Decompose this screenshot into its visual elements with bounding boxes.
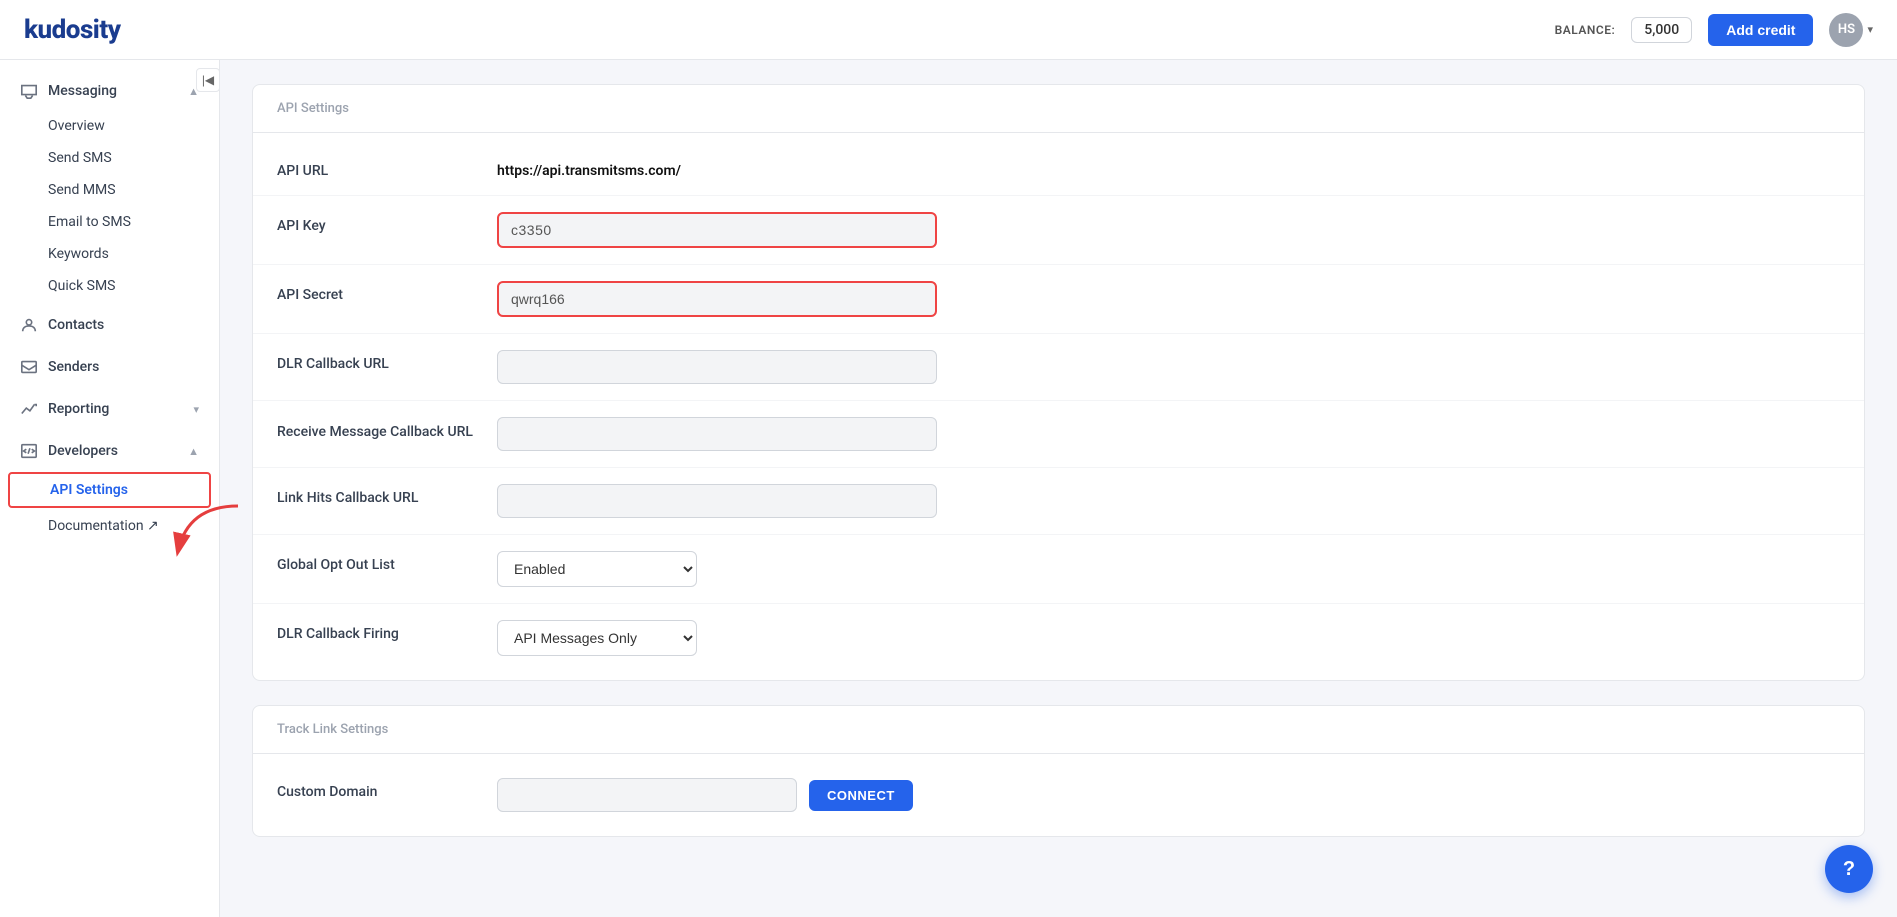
connect-button[interactable]: CONNECT [809, 780, 913, 811]
track-link-settings-card-header: Track Link Settings [253, 706, 1864, 754]
receive-message-callback-url-input[interactable] [497, 417, 937, 451]
help-button[interactable]: ? [1825, 845, 1873, 893]
track-link-settings-card-body: Custom Domain CONNECT [253, 754, 1864, 836]
form-row-api-key: API Key [253, 196, 1864, 265]
chevron-up-developers-icon: ▲ [188, 445, 199, 458]
link-hits-callback-url-input[interactable] [497, 484, 937, 518]
sidebar-item-documentation[interactable]: Documentation ↗ [0, 510, 219, 542]
sidebar-item-quick-sms[interactable]: Quick SMS [0, 270, 219, 302]
form-row-link-hits-callback-url: Link Hits Callback URL [253, 468, 1864, 535]
dlr-callback-firing-select[interactable]: API Messages Only All Messages [497, 620, 697, 656]
senders-icon [20, 358, 38, 376]
app-body: |◀ Messaging ▲ Overview Send SMS Send [0, 60, 1897, 917]
nav-section-senders: Senders [0, 348, 219, 386]
api-key-input[interactable] [497, 212, 937, 248]
receive-message-callback-url-label: Receive Message Callback URL [277, 417, 497, 443]
sidebar-item-senders[interactable]: Senders [0, 348, 219, 386]
dlr-callback-url-input[interactable] [497, 350, 937, 384]
form-row-dlr-callback-url: DLR Callback URL [253, 334, 1864, 401]
sidebar-item-developers-label: Developers [48, 443, 118, 459]
sidebar-item-email-to-sms[interactable]: Email to SMS [0, 206, 219, 238]
global-opt-out-list-label: Global Opt Out List [277, 551, 497, 573]
main-content: API Settings API URL https://api.transmi… [220, 60, 1897, 917]
link-hits-callback-url-label: Link Hits Callback URL [277, 484, 497, 506]
contacts-icon [20, 316, 38, 334]
custom-domain-label: Custom Domain [277, 778, 497, 800]
sidebar-item-keywords[interactable]: Keywords [0, 238, 219, 270]
sidebar-item-send-mms[interactable]: Send MMS [0, 174, 219, 206]
api-secret-label: API Secret [277, 281, 497, 303]
custom-domain-input[interactable] [497, 778, 797, 812]
api-secret-input[interactable] [497, 281, 937, 317]
user-menu[interactable]: HS ▾ [1829, 13, 1873, 47]
api-settings-card: API Settings API URL https://api.transmi… [252, 84, 1865, 681]
dlr-callback-firing-label: DLR Callback Firing [277, 620, 497, 642]
nav-section-reporting: Reporting ▾ [0, 390, 219, 428]
sidebar: |◀ Messaging ▲ Overview Send SMS Send [0, 60, 220, 917]
sidebar-item-api-settings[interactable]: API Settings [8, 472, 211, 508]
form-row-api-url: API URL https://api.transmitsms.com/ [253, 141, 1864, 196]
messaging-icon [20, 82, 38, 100]
messaging-sub-items: Overview Send SMS Send MMS Email to SMS … [0, 110, 219, 302]
sidebar-item-messaging-label: Messaging [48, 83, 117, 99]
app-header: kudosity BALANCE: 5,000 Add credit HS ▾ [0, 0, 1897, 60]
balance-label: BALANCE: [1555, 23, 1616, 37]
nav-section-messaging: Messaging ▲ Overview Send SMS Send MMS E… [0, 72, 219, 302]
sidebar-item-reporting[interactable]: Reporting ▾ [0, 390, 219, 428]
balance-value: 5,000 [1631, 17, 1692, 43]
form-row-global-opt-out-list: Global Opt Out List Enabled Disabled [253, 535, 1864, 604]
form-row-custom-domain: Custom Domain CONNECT [253, 762, 1864, 828]
header-right: BALANCE: 5,000 Add credit HS ▾ [1555, 13, 1873, 47]
developers-sub-items: API Settings Documentation ↗ [0, 472, 219, 542]
sidebar-item-reporting-label: Reporting [48, 401, 109, 417]
api-key-label: API Key [277, 212, 497, 234]
sidebar-item-send-sms[interactable]: Send SMS [0, 142, 219, 174]
api-settings-title: API Settings [277, 101, 349, 116]
avatar: HS [1829, 13, 1863, 47]
track-link-settings-card: Track Link Settings Custom Domain CONNEC… [252, 705, 1865, 837]
sidebar-item-contacts[interactable]: Contacts [0, 306, 219, 344]
add-credit-button[interactable]: Add credit [1708, 14, 1813, 46]
api-url-value: https://api.transmitsms.com/ [497, 157, 1840, 179]
sidebar-collapse-button[interactable]: |◀ [196, 68, 220, 92]
sidebar-item-contacts-label: Contacts [48, 317, 104, 333]
sidebar-item-overview[interactable]: Overview [0, 110, 219, 142]
form-row-receive-message-callback-url: Receive Message Callback URL [253, 401, 1864, 468]
sidebar-item-messaging[interactable]: Messaging ▲ [0, 72, 219, 110]
dlr-callback-url-label: DLR Callback URL [277, 350, 497, 372]
reporting-icon [20, 400, 38, 418]
global-opt-out-list-select[interactable]: Enabled Disabled [497, 551, 697, 587]
developers-icon [20, 442, 38, 460]
api-url-label: API URL [277, 157, 497, 179]
app-logo: kudosity [24, 15, 120, 45]
track-link-settings-title: Track Link Settings [277, 722, 388, 737]
form-row-api-secret: API Secret [253, 265, 1864, 334]
sidebar-item-senders-label: Senders [48, 359, 99, 375]
chevron-down-icon: ▾ [1867, 23, 1873, 36]
api-settings-card-header: API Settings [253, 85, 1864, 133]
api-settings-card-body: API URL https://api.transmitsms.com/ API… [253, 133, 1864, 680]
sidebar-nav: Messaging ▲ Overview Send SMS Send MMS E… [0, 60, 219, 558]
chevron-down-reporting-icon: ▾ [193, 403, 199, 416]
nav-section-contacts: Contacts [0, 306, 219, 344]
nav-section-developers: Developers ▲ API Settings Documentation … [0, 432, 219, 542]
sidebar-item-developers[interactable]: Developers ▲ [0, 432, 219, 470]
form-row-dlr-callback-firing: DLR Callback Firing API Messages Only Al… [253, 604, 1864, 672]
